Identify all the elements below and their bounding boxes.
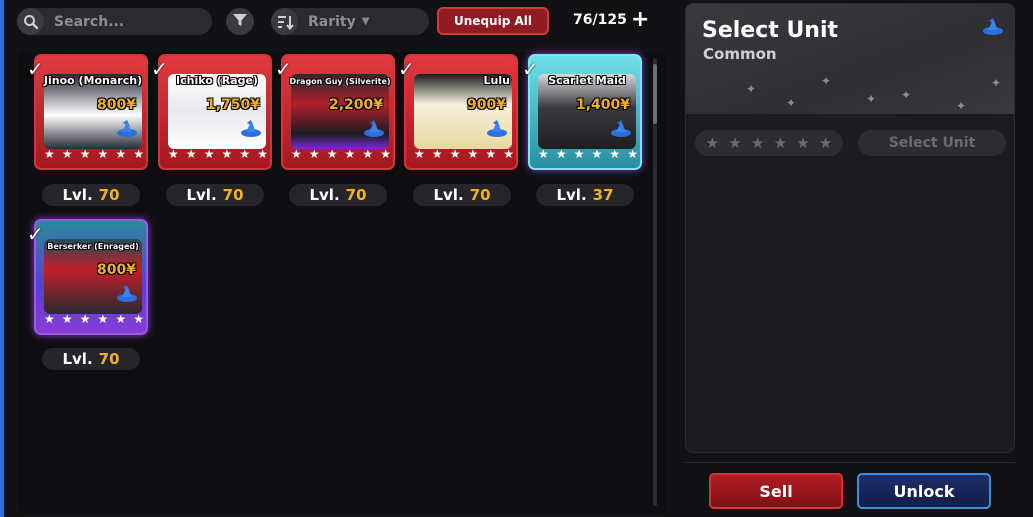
wizard-hat-icon	[611, 120, 631, 137]
sparkle-icon: ✦	[821, 74, 832, 88]
unit-name: Dragon Guy (Silverite)	[289, 77, 391, 86]
chevron-down-icon: ▼	[361, 16, 370, 27]
unit-card[interactable]: Lulu 900¥ ★ ★ ★ ★ ★ ★	[404, 54, 518, 170]
unlock-button[interactable]: Unlock	[857, 473, 991, 509]
detail-star-rating: ★ ★ ★ ★ ★ ★	[695, 130, 843, 156]
grid-scrollbar[interactable]	[653, 58, 657, 506]
sort-label: Rarity	[308, 13, 356, 30]
star-rating: ★ ★ ★ ★ ★ ★	[44, 312, 144, 326]
unit-price: 800¥	[97, 97, 136, 113]
level-label: Lvl.	[433, 186, 464, 204]
unit-level-badge: Lvl. 70	[413, 184, 511, 206]
unit-card[interactable]: Berserker (Enraged) 800¥ ★ ★ ★ ★ ★ ★	[34, 219, 148, 335]
sparkle-icon: ✦	[956, 99, 967, 113]
unit-price: 2,200¥	[328, 97, 383, 113]
detail-rarity: Common	[703, 45, 777, 63]
equipped-check-icon: ✓	[27, 57, 44, 81]
unit-card[interactable]: Dragon Guy (Silverite) 2,200¥ ★ ★ ★ ★ ★ ★	[281, 54, 395, 170]
sparkle-icon: ✦	[901, 88, 912, 102]
left-edge-strip	[0, 0, 4, 517]
unit-detail-panel: ✦ ✦ ✦ ✦ ✦ ✦ ✦ Select Unit Common ★ ★ ★ ★ ★ ★ …	[685, 3, 1015, 453]
level-label: Lvl.	[309, 186, 340, 204]
sparkle-icon: ✦	[746, 82, 757, 96]
unit-name: Berserker (Enraged)	[47, 242, 139, 251]
star-rating: ★ ★ ★ ★ ★ ★	[44, 147, 144, 161]
equipped-check-icon: ✓	[27, 222, 44, 246]
star-rating: ★ ★ ★ ★ ★ ★	[291, 147, 391, 161]
unit-name: Ichiko (Rage)	[176, 74, 258, 87]
unit-level-badge: Lvl. 37	[536, 184, 634, 206]
wizard-hat-icon	[487, 120, 507, 137]
unit-price: 900¥	[467, 97, 506, 113]
search-bar[interactable]	[17, 8, 212, 35]
divider	[685, 462, 1015, 463]
equipped-check-icon: ✓	[522, 57, 539, 81]
level-value: 70	[469, 186, 491, 204]
unit-level-badge: Lvl. 70	[289, 184, 387, 206]
level-value: 70	[345, 186, 367, 204]
unit-card[interactable]: Ichiko (Rage) 1,750¥ ★ ★ ★ ★ ★ ★	[158, 54, 272, 170]
level-label: Lvl.	[62, 350, 93, 368]
sparkle-icon: ✦	[786, 96, 797, 110]
equipped-check-icon: ✓	[151, 57, 168, 81]
filter-button[interactable]	[226, 8, 254, 35]
search-icon	[17, 8, 44, 35]
level-label: Lvl.	[62, 186, 93, 204]
wizard-hat-icon	[117, 285, 137, 302]
unit-price: 1,400¥	[575, 97, 630, 113]
sort-dropdown[interactable]: Rarity ▼	[271, 8, 429, 35]
star-rating: ★ ★ ★ ★ ★ ★	[538, 147, 638, 161]
unit-price: 1,750¥	[205, 97, 260, 113]
select-unit-button[interactable]: Select Unit	[858, 130, 1006, 156]
star-rating: ★ ★ ★ ★ ★ ★	[414, 147, 514, 161]
level-value: 70	[222, 186, 244, 204]
unit-level-badge: Lvl. 70	[42, 348, 140, 370]
level-value: 70	[98, 186, 120, 204]
sell-button[interactable]: Sell	[709, 473, 843, 509]
unit-level-badge: Lvl. 70	[166, 184, 264, 206]
grid-scrollbar-thumb[interactable]	[653, 64, 657, 124]
unit-name: Jinoo (Monarch)	[43, 74, 143, 87]
unit-price: 800¥	[97, 262, 136, 278]
unit-card[interactable]: Jinoo (Monarch) 800¥ ★ ★ ★ ★ ★ ★	[34, 54, 148, 170]
add-slots-button[interactable]: +	[631, 6, 649, 34]
sort-icon	[271, 8, 298, 35]
unequip-all-button[interactable]: Unequip All	[437, 7, 549, 35]
search-input[interactable]	[52, 12, 206, 31]
unit-name: Lulu	[483, 74, 510, 87]
wizard-hat-icon	[983, 18, 1003, 35]
sparkle-icon: ✦	[866, 92, 877, 106]
unit-card[interactable]: Scarlet Maid 1,400¥ ★ ★ ★ ★ ★ ★	[528, 54, 642, 170]
wizard-hat-icon	[117, 120, 137, 137]
wizard-hat-icon	[364, 120, 384, 137]
star-rating: ★ ★ ★ ★ ★ ★	[168, 147, 268, 161]
unit-level-badge: Lvl. 70	[42, 184, 140, 206]
funnel-icon	[232, 12, 248, 32]
sparkle-icon: ✦	[991, 76, 1002, 90]
level-value: 70	[98, 350, 120, 368]
level-label: Lvl.	[186, 186, 217, 204]
detail-title: Select Unit	[702, 18, 839, 43]
equipped-check-icon: ✓	[398, 57, 415, 81]
level-label: Lvl.	[556, 186, 587, 204]
level-value: 37	[592, 186, 614, 204]
equipped-check-icon: ✓	[275, 57, 292, 81]
wizard-hat-icon	[241, 120, 261, 137]
unit-count: 76/125	[573, 12, 627, 28]
unit-name: Scarlet Maid	[548, 74, 626, 87]
